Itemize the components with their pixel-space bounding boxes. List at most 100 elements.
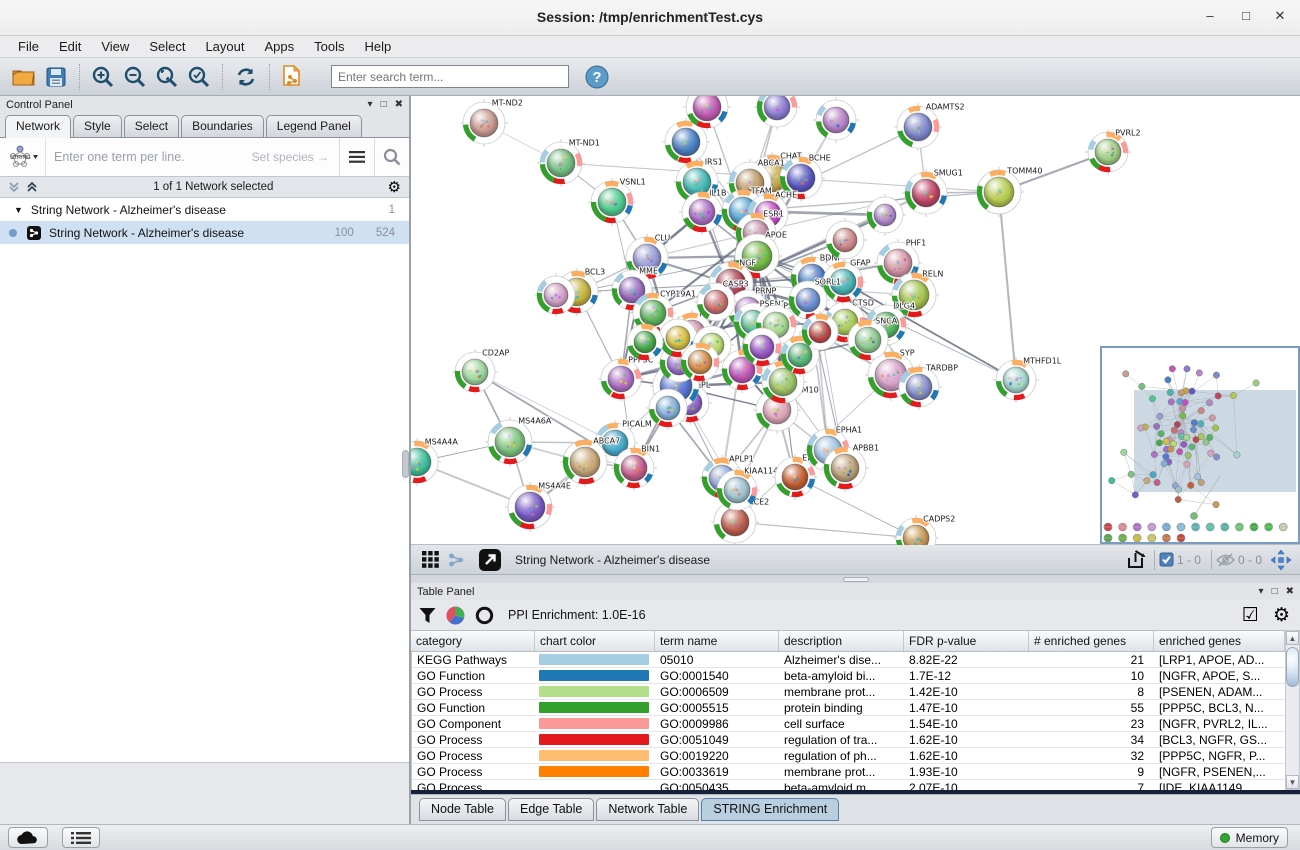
panel-menu-icon[interactable]: ▾ <box>1259 586 1264 597</box>
node-MT-ND2[interactable]: MT-ND2 <box>460 99 523 148</box>
open-session-button[interactable] <box>8 62 40 92</box>
tab-node-table[interactable]: Node Table <box>419 798 506 821</box>
table-row[interactable]: GO FunctionGO:0005515protein binding1.47… <box>412 700 1285 716</box>
node-ADAMTS2[interactable]: ADAMTS2 <box>894 103 965 152</box>
node-MT-ND1[interactable]: MT-ND1 <box>537 139 600 188</box>
column-header-term-name[interactable]: term name <box>655 631 779 651</box>
network-canvas[interactable]: MT-ND2MT-ND1VSNL1GAB2IRS1CD2APMS4A6AMS4A… <box>411 96 1300 545</box>
expander-icon[interactable]: ▼ <box>14 205 23 215</box>
navigator-toggle-button[interactable] <box>1268 548 1294 572</box>
copy-network-button[interactable] <box>277 62 309 92</box>
zoom-in-button[interactable] <box>87 62 119 92</box>
network-options-gear-icon[interactable]: ⚙ <box>388 178 401 196</box>
maximize-button[interactable]: □ <box>1232 8 1260 28</box>
tab-network-table[interactable]: Network Table <box>596 798 699 821</box>
open-in-window-button[interactable] <box>477 548 503 572</box>
table-row[interactable]: GO ComponentGO:0009986cell surface1.54E-… <box>412 716 1285 732</box>
share-network-button[interactable] <box>443 548 469 572</box>
column-header-description[interactable]: description <box>779 631 904 651</box>
node-unlabeled[interactable] <box>813 97 859 143</box>
network-row[interactable]: String Network - Alzheimer's disease1005… <box>0 221 409 244</box>
node-MS4A4E[interactable]: MS4A4E <box>505 482 571 533</box>
node-label: TOMM40 <box>1006 167 1042 176</box>
zoom-out-button[interactable] <box>119 62 151 92</box>
node-unlabeled[interactable] <box>754 96 800 130</box>
close-button[interactable]: ✕ <box>1266 8 1294 28</box>
table-row[interactable]: GO ProcessGO:0006509membrane prot...1.42… <box>412 684 1285 700</box>
scroll-down-arrow[interactable]: ▼ <box>1286 775 1299 789</box>
tab-edge-table[interactable]: Edge Table <box>508 798 594 821</box>
panel-splitter-handle[interactable] <box>402 450 409 478</box>
node-CADPS2[interactable]: CADPS2 <box>893 515 955 546</box>
zoom-fit-button[interactable] <box>151 62 183 92</box>
query-search-button[interactable] <box>374 138 409 176</box>
menu-item-view[interactable]: View <box>93 37 137 56</box>
node-TOMM40[interactable]: TOMM40 <box>974 167 1042 218</box>
panel-float-icon[interactable]: □ <box>381 99 387 110</box>
menu-item-layout[interactable]: Layout <box>197 37 252 56</box>
column-header-category[interactable]: category <box>411 631 535 651</box>
refresh-button[interactable] <box>230 62 262 92</box>
task-list-button[interactable] <box>62 827 100 848</box>
help-button[interactable]: ? <box>581 62 613 92</box>
scroll-up-arrow[interactable]: ▲ <box>1286 631 1299 645</box>
table-row[interactable]: GO ProcessGO:0019220regulation of ph...1… <box>412 748 1285 764</box>
table-vertical-scrollbar[interactable]: ▲ ▼ <box>1285 630 1300 790</box>
network-view-toolbar: String Network - Alzheimer's disease 1 -… <box>411 545 1300 575</box>
table-row[interactable]: GO ProcessGO:0051049regulation of tra...… <box>412 732 1285 748</box>
panel-close-icon[interactable]: ✖ <box>1286 586 1294 597</box>
node-unlabeled[interactable] <box>864 194 906 236</box>
string-protein-query-dropdown[interactable]: STRING <box>0 138 46 176</box>
panel-menu-icon[interactable]: ▾ <box>368 99 373 110</box>
node-PVRL2[interactable]: PVRL2 <box>1085 129 1141 176</box>
expand-all-icon[interactable] <box>26 181 39 193</box>
ring-chart-icon[interactable] <box>475 606 494 625</box>
network-collection-row[interactable]: ▼String Network - Alzheimer's disease1 <box>0 198 409 221</box>
cloud-tasks-button[interactable] <box>8 827 48 848</box>
horizontal-splitter[interactable] <box>411 575 1300 583</box>
filter-icon[interactable] <box>419 607 436 624</box>
menu-item-select[interactable]: Select <box>141 37 193 56</box>
menu-item-help[interactable]: Help <box>357 37 400 56</box>
tab-string-enrichment[interactable]: STRING Enrichment <box>701 798 839 821</box>
node-VSNL1[interactable]: VSNL1 <box>588 178 646 227</box>
tab-legend-panel[interactable]: Legend Panel <box>266 115 362 137</box>
menu-item-edit[interactable]: Edit <box>51 37 89 56</box>
grid-view-button[interactable] <box>417 548 443 572</box>
menu-item-apps[interactable]: Apps <box>257 37 303 56</box>
tab-style[interactable]: Style <box>73 115 122 137</box>
query-options-button[interactable] <box>339 138 374 176</box>
column-header-chart-color[interactable]: chart color <box>535 631 655 651</box>
birdseye-navigator[interactable] <box>1100 346 1300 544</box>
tab-boundaries[interactable]: Boundaries <box>181 115 264 137</box>
menu-item-file[interactable]: File <box>10 37 47 56</box>
save-session-button[interactable] <box>40 62 72 92</box>
export-network-button[interactable] <box>1124 548 1150 572</box>
table-row[interactable]: GO ProcessGO:0050435beta-amyloid m...2.0… <box>412 780 1285 790</box>
table-row[interactable]: GO ProcessGO:0033619membrane prot...1.93… <box>412 764 1285 780</box>
collapse-all-icon[interactable] <box>8 181 21 193</box>
panel-float-icon[interactable]: □ <box>1272 586 1278 597</box>
zoom-selected-button[interactable] <box>183 62 215 92</box>
term-input[interactable]: Enter one term per line. <box>46 150 252 164</box>
minimize-button[interactable]: – <box>1196 8 1224 28</box>
select-checkbox-icon[interactable]: ☑ <box>1242 604 1259 627</box>
menu-item-tools[interactable]: Tools <box>306 37 352 56</box>
tab-network[interactable]: Network <box>5 115 71 138</box>
memory-button[interactable]: Memory <box>1211 827 1288 848</box>
panel-close-icon[interactable]: ✖ <box>395 99 403 110</box>
scroll-thumb[interactable] <box>1286 647 1299 687</box>
node-MTHFD1L[interactable]: MTHFD1L <box>993 357 1062 404</box>
table-row[interactable]: GO FunctionGO:0001540beta-amyloid bi...1… <box>412 668 1285 684</box>
collection-label: String Network - Alzheimer's disease <box>31 203 226 217</box>
tab-select[interactable]: Select <box>124 115 179 137</box>
column-header-enriched-genes[interactable]: enriched genes <box>1154 631 1285 651</box>
column-header--enriched-genes[interactable]: # enriched genes <box>1029 631 1154 651</box>
node-MS4A4A[interactable]: MS4A4A <box>411 438 458 487</box>
search-input[interactable] <box>331 65 569 88</box>
column-header-FDR-p-value[interactable]: FDR p-value <box>904 631 1029 651</box>
node-PPP5C[interactable]: PPP5C <box>598 356 654 403</box>
settings-gear-icon[interactable]: ⚙ <box>1273 604 1290 627</box>
table-row[interactable]: KEGG Pathways05010Alzheimer's dise...8.8… <box>412 652 1285 668</box>
pie-chart-icon[interactable] <box>446 606 465 625</box>
